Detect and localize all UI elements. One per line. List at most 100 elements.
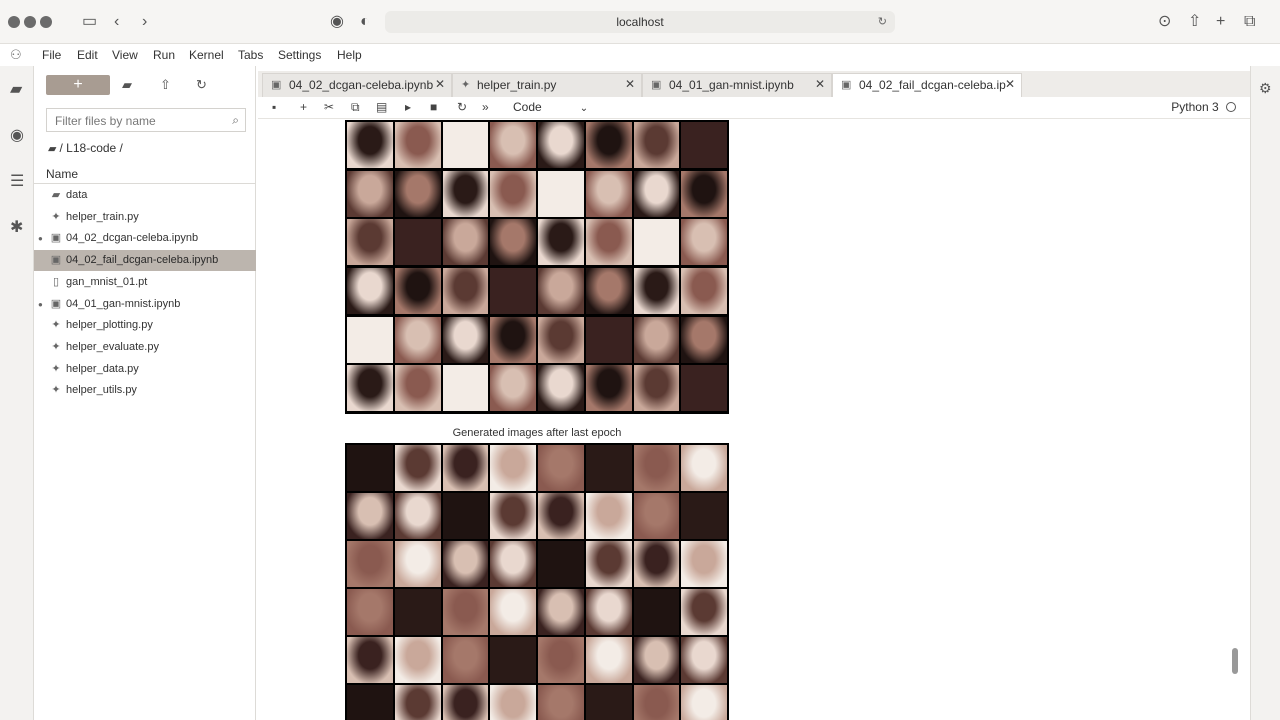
python-file-icon: ✦: [51, 210, 61, 223]
restart-icon[interactable]: ↻: [457, 100, 467, 114]
close-icon[interactable]: ✕: [1005, 77, 1015, 91]
generated-image-tile: [442, 541, 489, 587]
file-row[interactable]: ✦ helper_train.py: [34, 207, 256, 228]
sidebar-toggle-icon[interactable]: ▭: [82, 12, 97, 32]
generated-image-tile: [442, 316, 489, 363]
address-bar[interactable]: localhost ↻: [385, 11, 895, 33]
tab-dcgan-celeba[interactable]: ▣ 04_02_dcgan-celeba.ipynb ✕: [262, 73, 452, 97]
new-tab-icon[interactable]: +: [1216, 12, 1225, 32]
filter-input[interactable]: Filter files by name ⌕: [46, 108, 246, 132]
toc-icon[interactable]: ☰: [10, 174, 26, 190]
cut-icon[interactable]: ✂: [324, 100, 334, 114]
close-icon[interactable]: ✕: [435, 77, 445, 91]
menu-view[interactable]: View: [112, 48, 138, 62]
generated-image-tile: [538, 219, 584, 266]
close-icon[interactable]: ✕: [815, 77, 825, 91]
tab-label: 04_01_gan-mnist.ipynb: [669, 78, 794, 92]
reload-icon[interactable]: ↻: [878, 11, 887, 33]
generated-image-tile: [347, 541, 393, 587]
menu-edit[interactable]: Edit: [77, 48, 98, 62]
file-row[interactable]: ● ▣ 04_01_gan-mnist.ipynb: [34, 294, 256, 315]
file-row[interactable]: ✦ helper_utils.py: [34, 380, 256, 401]
generated-image-tile: [585, 589, 632, 635]
file-name: 04_01_gan-mnist.ipynb: [66, 297, 181, 310]
paste-icon[interactable]: ▤: [376, 100, 387, 114]
shield-icon[interactable]: ◐: [360, 12, 370, 32]
generated-image-tile: [538, 685, 584, 720]
folder-icon: ▰: [51, 189, 61, 201]
running-icon[interactable]: ◉: [10, 128, 26, 144]
close-window-button[interactable]: [8, 16, 20, 28]
filter-placeholder: Filter files by name: [55, 114, 156, 128]
folder-icon[interactable]: ▰: [10, 82, 26, 98]
privacy-icon[interactable]: ◉: [330, 12, 344, 32]
file-name: helper_data.py: [66, 362, 139, 375]
left-activity-bar: ▰ ◉ ☰ ✱: [0, 66, 34, 720]
file-row[interactable]: ✦ helper_plotting.py: [34, 315, 256, 336]
generated-image-tile: [633, 637, 680, 683]
generated-image-tile: [538, 365, 584, 412]
save-icon[interactable]: ▪: [272, 100, 276, 114]
file-row[interactable]: ▰ data: [34, 185, 256, 206]
downloads-icon[interactable]: ⊙: [1158, 12, 1171, 32]
file-row[interactable]: ✦ helper_data.py: [34, 359, 256, 380]
generated-image-tile: [585, 122, 632, 168]
python-file-icon: ✦: [51, 362, 61, 375]
menu-file[interactable]: File: [42, 48, 61, 62]
notebook-panel[interactable]: Generated images after last epoch: [258, 120, 1238, 720]
new-folder-icon[interactable]: ▰: [122, 77, 132, 93]
share-icon[interactable]: ⇧: [1188, 12, 1201, 32]
generated-image-tile: [538, 493, 584, 539]
generated-image-tile: [347, 685, 393, 720]
menu-kernel[interactable]: Kernel: [189, 48, 224, 62]
upload-icon[interactable]: ⇧: [160, 77, 171, 93]
run-icon[interactable]: ▸: [405, 100, 411, 114]
menu-settings[interactable]: Settings: [278, 48, 321, 62]
file-row[interactable]: ✦ helper_evaluate.py: [34, 337, 256, 358]
back-icon[interactable]: ‹: [114, 12, 119, 32]
generated-image-tile: [442, 493, 489, 539]
generated-image-tile: [681, 637, 727, 683]
generated-image-tile: [633, 685, 680, 720]
cell-type-select[interactable]: Code ⌄: [513, 100, 588, 114]
column-header-name[interactable]: Name: [34, 164, 256, 184]
file-name: helper_plotting.py: [66, 319, 153, 332]
menu-help[interactable]: Help: [337, 48, 362, 62]
tab-overview-icon[interactable]: ⧉: [1244, 12, 1255, 32]
tab-fail-dcgan-celeba[interactable]: ▣ 04_02_fail_dcgan-celeba.ip ✕: [832, 73, 1022, 97]
forward-icon[interactable]: ›: [142, 12, 147, 32]
zoom-window-button[interactable]: [40, 16, 52, 28]
insert-cell-icon[interactable]: +: [300, 100, 307, 114]
tab-label: 04_02_dcgan-celeba.ipynb: [289, 78, 434, 92]
file-browser: + ▰ ⇧ ↻ Filter files by name ⌕ ▰ / L18-c…: [34, 66, 256, 720]
generated-image-tile: [681, 170, 727, 217]
file-row[interactable]: ▯ gan_mnist_01.pt: [34, 272, 256, 293]
generated-image-tile: [538, 589, 584, 635]
new-launcher-button[interactable]: +: [46, 75, 110, 95]
refresh-icon[interactable]: ↻: [196, 77, 207, 93]
scrollbar-thumb[interactable]: [1232, 648, 1238, 674]
tab-gan-mnist[interactable]: ▣ 04_01_gan-mnist.ipynb ✕: [642, 73, 832, 97]
stop-icon[interactable]: ■: [430, 100, 437, 114]
generated-image-tile: [347, 365, 393, 412]
kernel-indicator[interactable]: Python 3: [1171, 100, 1236, 114]
extension-icon[interactable]: ✱: [10, 220, 26, 236]
menu-tabs[interactable]: Tabs: [238, 48, 263, 62]
tab-helper-train[interactable]: ✦ helper_train.py ✕: [452, 73, 642, 97]
file-name: helper_utils.py: [66, 384, 137, 397]
fast-forward-icon[interactable]: »: [482, 100, 489, 114]
generated-image-tile: [394, 365, 441, 412]
menu-run[interactable]: Run: [153, 48, 175, 62]
file-name: 04_02_fail_dcgan-celeba.ipynb: [66, 254, 219, 267]
generated-image-tile: [490, 493, 536, 539]
close-icon[interactable]: ✕: [625, 77, 635, 91]
file-icon: ▯: [52, 275, 60, 288]
file-row[interactable]: ▣ 04_02_fail_dcgan-celeba.ipynb: [34, 250, 256, 272]
running-indicator-icon: ●: [38, 234, 43, 244]
right-activity-bar: ⚙: [1250, 66, 1280, 720]
file-row[interactable]: ● ▣ 04_02_dcgan-celeba.ipynb: [34, 228, 256, 249]
breadcrumb[interactable]: ▰ / L18-code /: [48, 141, 123, 155]
copy-icon[interactable]: ⧉: [351, 100, 360, 115]
property-inspector-icon[interactable]: ⚙: [1259, 80, 1272, 97]
minimize-window-button[interactable]: [24, 16, 36, 28]
